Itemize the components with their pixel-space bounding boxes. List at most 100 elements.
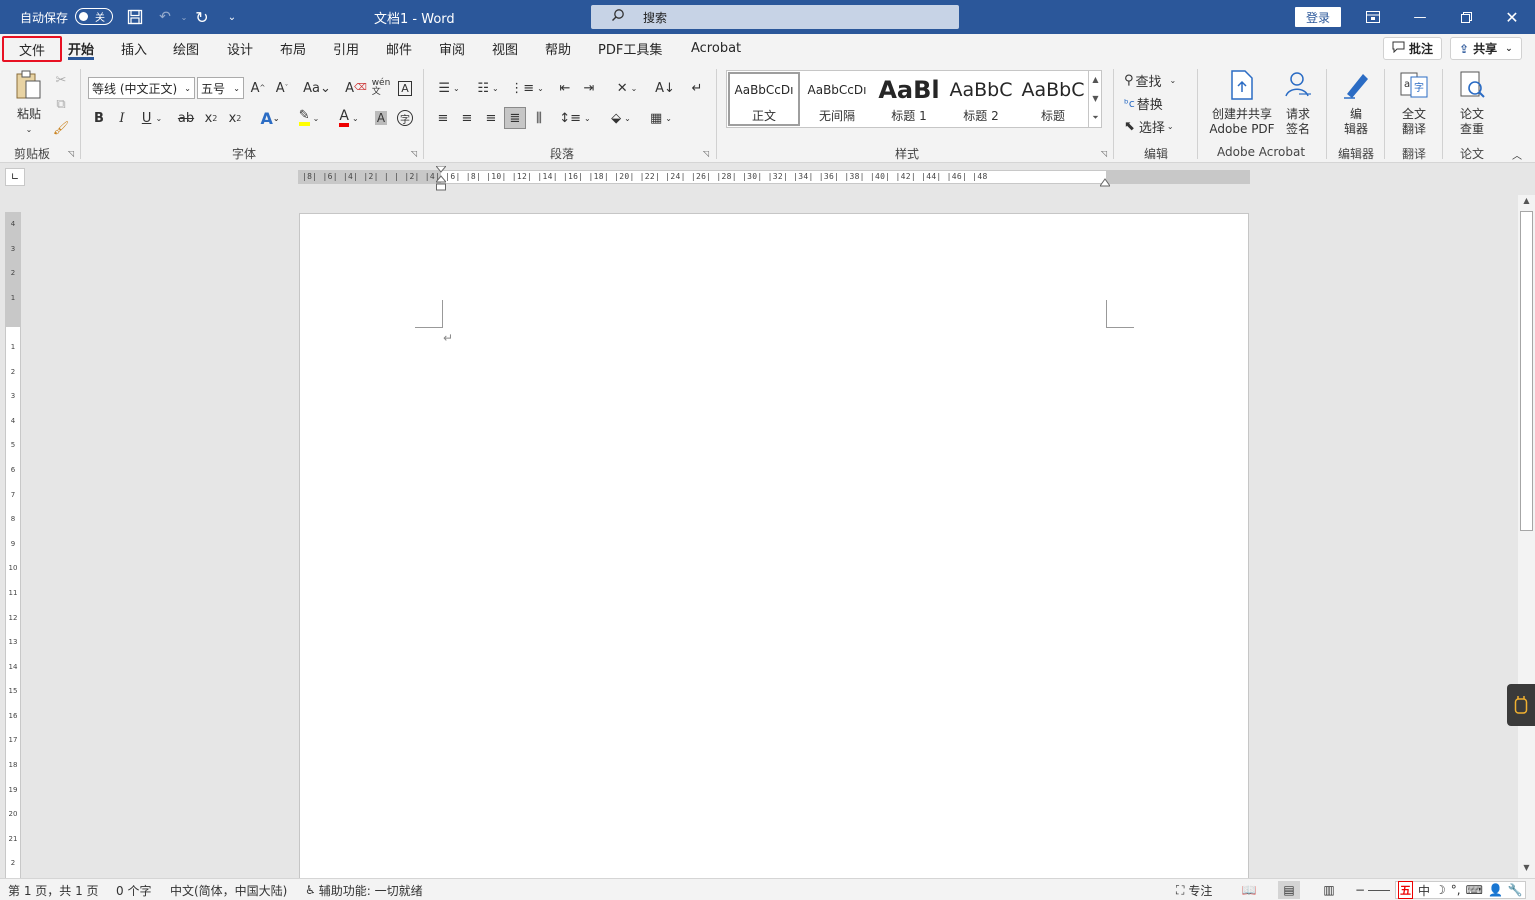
tab-references[interactable]: 引用 xyxy=(333,34,359,63)
style-title[interactable]: AaBbC 标题 xyxy=(1017,72,1089,126)
restore-icon[interactable] xyxy=(1443,0,1489,34)
accessibility-status[interactable]: ♿ 辅助功能: 一切就绪 xyxy=(305,879,423,900)
align-left-icon[interactable]: ≡ xyxy=(432,107,454,129)
paragraph-launcher-icon[interactable]: ◹ xyxy=(703,149,709,158)
chevron-down-icon[interactable]: ▼ xyxy=(1092,94,1098,103)
minimize-icon[interactable]: — xyxy=(1397,0,1443,34)
scroll-up-icon[interactable]: ▲ xyxy=(1520,196,1533,210)
document-page[interactable]: ↵ xyxy=(299,213,1249,883)
translate-button[interactable]: a字 全文 翻译 xyxy=(1394,69,1434,137)
superscript-icon[interactable]: x2 xyxy=(224,107,246,129)
text-effects-icon[interactable]: A ⌄ xyxy=(254,107,286,129)
distributed-icon[interactable]: ⫼ xyxy=(528,107,550,129)
collapse-ribbon-icon[interactable]: ︿ xyxy=(1512,147,1522,162)
justify-icon[interactable]: ≣ xyxy=(504,107,526,129)
shading-icon[interactable]: ⬙ ⌄ xyxy=(604,107,638,129)
style-normal[interactable]: AaBbCcDı 正文 xyxy=(728,72,800,126)
character-border-icon[interactable]: A xyxy=(394,77,416,99)
format-painter-icon[interactable]: 🖌 xyxy=(50,117,72,139)
search-box[interactable]: 搜索 xyxy=(591,5,959,29)
ime-punctuation-icon[interactable]: °, xyxy=(1451,883,1461,897)
more-icon[interactable]: ⏷ xyxy=(1092,113,1098,123)
tab-layout[interactable]: 布局 xyxy=(280,34,306,63)
bullets-icon[interactable]: ☰ ⌄ xyxy=(432,77,466,99)
read-mode-icon[interactable]: 📖 xyxy=(1238,881,1260,899)
login-button[interactable]: 登录 xyxy=(1295,7,1341,27)
request-signature-button[interactable]: 请求 签名 xyxy=(1280,69,1316,137)
customize-toolbar-icon[interactable]: ⌄ xyxy=(222,0,242,34)
clipboard-launcher-icon[interactable]: ◹ xyxy=(68,149,74,158)
tab-home[interactable]: 开始 xyxy=(68,34,95,63)
zoom-slider[interactable] xyxy=(1368,879,1390,900)
highlight-icon[interactable]: ✎ ⌄ xyxy=(292,107,326,129)
undo-dropdown-icon[interactable]: ⌄ xyxy=(174,0,194,34)
tab-pdf-tools[interactable]: PDF工具集 xyxy=(598,34,662,63)
find-button[interactable]: ⚲ 查找 ⌄ xyxy=(1124,69,1176,91)
user-icon[interactable]: 👤 xyxy=(1488,883,1503,897)
style-heading-2[interactable]: AaBbC 标题 2 xyxy=(945,72,1017,126)
tab-draw[interactable]: 绘图 xyxy=(173,34,199,63)
tab-file[interactable]: 文件 xyxy=(2,36,62,62)
styles-launcher-icon[interactable]: ◹ xyxy=(1101,149,1107,158)
language-status[interactable]: 中文(简体，中国大陆) xyxy=(170,879,287,900)
indent-marker-icon[interactable] xyxy=(434,165,448,192)
font-size-combo[interactable]: 五号 ⌄ xyxy=(197,77,244,99)
tab-view[interactable]: 视图 xyxy=(492,34,518,63)
borders-icon[interactable]: ▦ ⌄ xyxy=(644,107,678,129)
chinese-layout-icon[interactable]: ✕ ⌄ xyxy=(610,77,644,99)
close-icon[interactable]: ✕ xyxy=(1489,0,1535,34)
create-share-pdf-button[interactable]: 创建并共享 Adobe PDF xyxy=(1206,69,1278,137)
select-button[interactable]: ⬉ 选择 ⌄ xyxy=(1124,115,1174,137)
word-count[interactable]: 0 个字 xyxy=(116,879,151,900)
ime-toolbar[interactable]: 五 中 ☽ °, ⌨ 👤 🔧 xyxy=(1395,881,1526,899)
focus-button[interactable]: ⛶ 专注 xyxy=(1176,879,1212,900)
strikethrough-icon[interactable]: ab xyxy=(175,107,197,129)
vertical-scrollbar[interactable]: ▲ ▼ xyxy=(1518,195,1535,878)
tab-review[interactable]: 审阅 xyxy=(439,34,465,63)
shrink-font-icon[interactable]: Aˇ xyxy=(271,77,293,99)
paste-button[interactable]: 粘贴 ⌄ xyxy=(10,69,48,137)
undo-icon[interactable]: ↶ xyxy=(155,0,175,34)
wrench-icon[interactable]: 🔧 xyxy=(1508,883,1523,897)
ime-moon-icon[interactable]: ☽ xyxy=(1435,883,1446,897)
phonetic-guide-icon[interactable]: wén 文 xyxy=(370,77,392,99)
scroll-down-icon[interactable]: ▼ xyxy=(1520,863,1533,877)
vertical-ruler[interactable]: 4 3 2 1 1 2 3 4 5 6 7 8 9 10 11 12 13 14 15 16 17 18 19 20 21 2 xyxy=(5,212,21,878)
numbering-icon[interactable]: ☷ ⌄ xyxy=(471,77,505,99)
tab-acrobat[interactable]: Acrobat xyxy=(691,34,741,63)
increase-indent-icon[interactable]: ⇥ xyxy=(578,77,600,99)
scroll-thumb[interactable] xyxy=(1520,211,1533,531)
editor-button[interactable]: 编 辑器 xyxy=(1336,69,1376,137)
clear-formatting-icon[interactable]: A ⌫ xyxy=(345,77,367,99)
comments-button[interactable]: 批注 xyxy=(1383,37,1443,60)
show-marks-icon[interactable]: ↵ xyxy=(686,77,708,99)
tab-help[interactable]: 帮助 xyxy=(545,34,571,63)
style-no-spacing[interactable]: AaBbCcDı 无间隔 xyxy=(801,72,873,126)
replace-button[interactable]: ᵇc 替换 xyxy=(1124,92,1163,114)
underline-icon[interactable]: U ⌄ xyxy=(135,107,169,129)
character-shading-icon[interactable]: A xyxy=(370,107,392,129)
font-color-icon[interactable]: A ⌄ xyxy=(332,107,366,129)
align-right-icon[interactable]: ≡ xyxy=(480,107,502,129)
multilevel-list-icon[interactable]: ⋮≡ ⌄ xyxy=(510,77,544,99)
sort-icon[interactable]: A↓ xyxy=(654,77,676,99)
font-launcher-icon[interactable]: ◹ xyxy=(411,149,417,158)
side-widget-icon[interactable] xyxy=(1507,684,1535,726)
font-name-combo[interactable]: 等线 (中文正文) ⌄ xyxy=(88,77,195,99)
web-layout-icon[interactable]: ▥ xyxy=(1318,881,1340,899)
enclose-character-icon[interactable]: 字 xyxy=(394,107,416,129)
right-indent-marker-icon[interactable] xyxy=(1099,176,1111,187)
align-center-icon[interactable]: ≡ xyxy=(456,107,478,129)
paper-check-button[interactable]: 论文 查重 xyxy=(1452,69,1492,137)
autosave-toggle[interactable]: 关 xyxy=(75,8,113,25)
keyboard-icon[interactable]: ⌨ xyxy=(1466,883,1483,897)
copy-icon[interactable]: ⧉ xyxy=(50,93,72,115)
grow-font-icon[interactable]: A ^ xyxy=(247,77,269,99)
tab-design[interactable]: 设计 xyxy=(227,34,253,63)
cut-icon[interactable]: ✂ xyxy=(50,69,72,91)
redo-icon[interactable]: ↻ xyxy=(192,0,212,34)
share-button[interactable]: ⇪ 共享 ⌄ xyxy=(1450,37,1522,60)
ribbon-display-icon[interactable] xyxy=(1350,0,1396,34)
style-heading-1[interactable]: AaBl 标题 1 xyxy=(873,72,945,126)
chevron-up-icon[interactable]: ▲ xyxy=(1092,75,1098,84)
